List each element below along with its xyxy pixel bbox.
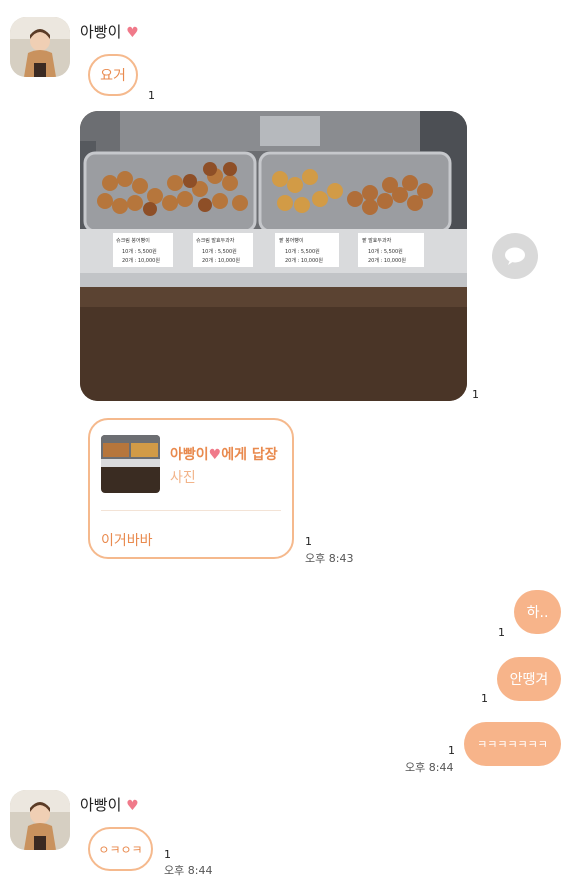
price-label-name: 팥 발효두과자	[362, 237, 392, 244]
unread-count: 1	[498, 626, 505, 639]
heart-icon: ♥	[126, 25, 139, 41]
heart-icon: ♥	[126, 798, 139, 814]
reply-text: 이거바바	[101, 533, 153, 549]
unread-count: 1	[481, 692, 488, 705]
price-label-name: 팥 붕어빵이	[279, 237, 304, 244]
avatar[interactable]	[10, 790, 70, 850]
message-bubble[interactable]: 안땡겨	[497, 657, 561, 701]
message-text: 요거	[100, 68, 126, 84]
sender-name: 아빵이 ♥	[80, 794, 139, 815]
message-bubble[interactable]: 요거	[88, 54, 138, 96]
photo-message[interactable]: 슈크림 붕어빵이 10개 : 5,500원 20개 : 10,000원 슈크림 …	[80, 111, 467, 401]
price-label-name: 슈크림 발효두과자	[196, 237, 235, 244]
avatar[interactable]	[10, 17, 70, 77]
message-text: ㅋㅋㅋㅋㅋㅋㅋ	[477, 738, 548, 751]
unread-count: 1	[472, 388, 479, 401]
message-bubble[interactable]: ㅇㅋㅇㅋ	[88, 827, 153, 871]
unread-count: 1	[148, 89, 155, 102]
timestamp: 오후 8:44	[164, 864, 213, 877]
reply-to-suffix: 에게 답장	[221, 447, 278, 463]
reply-thumbnail	[101, 435, 160, 493]
price-label-line1: 10개 : 5,500원	[202, 248, 237, 255]
message-text: 하..	[526, 605, 549, 621]
unread-count: 1	[448, 744, 455, 757]
timestamp: 오후 8:43	[305, 552, 354, 565]
sender-name: 아빵이 ♥	[80, 21, 139, 42]
sender-name-text: 아빵이	[80, 23, 122, 41]
price-label-line2: 20개 : 10,000원	[368, 257, 406, 264]
unread-count: 1	[305, 535, 312, 548]
reply-header: 아빵이♥에게 답장	[170, 444, 278, 464]
unread-count: 1	[164, 848, 171, 861]
speech-bubble-icon	[505, 247, 525, 265]
sender-name-text: 아빵이	[80, 796, 122, 814]
price-label-line1: 10개 : 5,500원	[285, 248, 320, 255]
reply-to-name: 아빵이	[170, 447, 209, 463]
divider	[101, 510, 281, 511]
reply-message-card[interactable]: 아빵이♥에게 답장 사진 이거바바	[88, 418, 294, 559]
reply-kind: 사진	[170, 470, 196, 486]
message-bubble[interactable]: 하..	[514, 590, 561, 634]
heart-icon: ♥	[208, 447, 222, 463]
timestamp: 오후 8:44	[405, 761, 454, 774]
price-label-line2: 20개 : 10,000원	[122, 257, 160, 264]
price-label-line1: 10개 : 5,500원	[122, 248, 157, 255]
share-button[interactable]	[492, 233, 538, 279]
price-label-line2: 20개 : 10,000원	[202, 257, 240, 264]
message-text: 안땡겨	[509, 672, 549, 688]
price-label-line2: 20개 : 10,000원	[285, 257, 323, 264]
price-label-name: 슈크림 붕어빵이	[116, 237, 150, 244]
price-label-line1: 10개 : 5,500원	[368, 248, 403, 255]
message-text: ㅇㅋㅇㅋ	[98, 842, 143, 857]
bakery-photo: 슈크림 붕어빵이 10개 : 5,500원 20개 : 10,000원 슈크림 …	[80, 111, 467, 401]
message-bubble[interactable]: ㅋㅋㅋㅋㅋㅋㅋ	[464, 722, 561, 766]
